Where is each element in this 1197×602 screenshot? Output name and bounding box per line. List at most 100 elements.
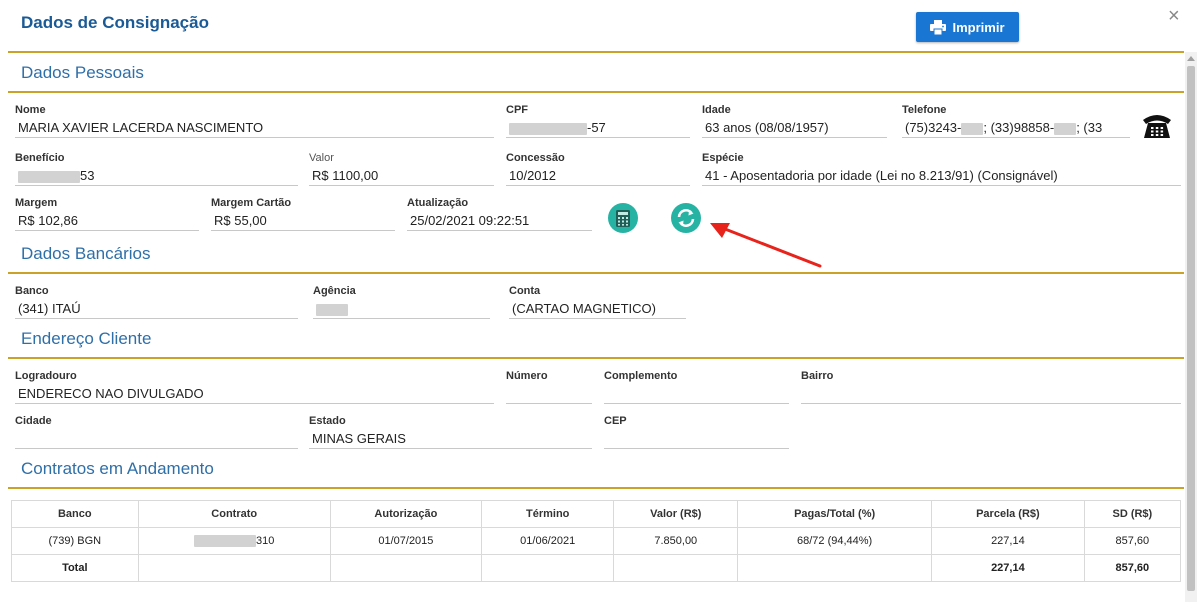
scrollbar-thumb[interactable] bbox=[1187, 66, 1195, 591]
redacted-block bbox=[961, 122, 984, 135]
value-margem-cartao: R$ 55,00 bbox=[211, 211, 395, 231]
column-header[interactable]: Pagas/Total (%) bbox=[737, 500, 933, 528]
value-conta: (CARTAO MAGNETICO) bbox=[509, 299, 686, 319]
calculator-icon[interactable] bbox=[608, 203, 638, 233]
tel-part-1: (75)3243- bbox=[905, 120, 962, 135]
column-header[interactable]: Parcela (R$) bbox=[931, 500, 1085, 528]
label-idade: Idade bbox=[702, 104, 731, 116]
red-arrow bbox=[710, 223, 822, 268]
label-telefone: Telefone bbox=[902, 104, 947, 116]
value-agencia bbox=[313, 299, 490, 319]
label-nome: Nome bbox=[15, 104, 46, 116]
value-complemento bbox=[604, 384, 789, 404]
redacted-block bbox=[194, 535, 257, 548]
tel-part-2: ; (33)98858- bbox=[983, 120, 1055, 135]
telephone-icon[interactable] bbox=[1141, 112, 1173, 140]
scroll-up-arrow[interactable] bbox=[1187, 56, 1195, 61]
print-button[interactable]: Imprimir bbox=[916, 12, 1019, 42]
label-numero: Número bbox=[506, 370, 548, 382]
label-cpf: CPF bbox=[506, 104, 528, 116]
field-margem: Margem R$ 102,86 bbox=[15, 197, 199, 231]
contracts-table: Banco Contrato Autorização Término Valor… bbox=[11, 500, 1182, 582]
contrato-suffix: 310 bbox=[256, 534, 275, 547]
label-bairro: Bairro bbox=[801, 370, 834, 382]
close-icon[interactable]: × bbox=[1168, 6, 1180, 26]
column-header[interactable]: Contrato bbox=[137, 500, 331, 528]
field-conta: Conta (CARTAO MAGNETICO) bbox=[509, 285, 686, 319]
value-valor: R$ 1100,00 bbox=[309, 166, 494, 186]
field-banco: Banco (341) ITAÚ bbox=[15, 285, 298, 319]
label-logradouro: Logradouro bbox=[15, 370, 77, 382]
cell-sd: 857,60 bbox=[1083, 527, 1182, 555]
value-banco: (341) ITAÚ bbox=[15, 299, 298, 319]
cell-empty bbox=[613, 554, 739, 582]
field-margem-cartao: Margem Cartão R$ 55,00 bbox=[211, 197, 395, 231]
print-button-label: Imprimir bbox=[952, 19, 1005, 35]
value-nome: MARIA XAVIER LACERDA NASCIMENTO bbox=[15, 118, 494, 138]
value-numero bbox=[506, 384, 592, 404]
field-agencia: Agência bbox=[313, 285, 490, 319]
redacted-block bbox=[316, 303, 348, 316]
refresh-icon[interactable] bbox=[671, 203, 701, 233]
value-atualizacao: 25/02/2021 09:22:51 bbox=[407, 211, 592, 231]
column-header[interactable]: SD (R$) bbox=[1083, 500, 1182, 528]
label-banco: Banco bbox=[15, 285, 49, 297]
table-header-row: Banco Contrato Autorização Término Valor… bbox=[11, 500, 1182, 528]
tel-part-3: ; (33 bbox=[1076, 120, 1103, 135]
calculator-glyph bbox=[616, 209, 630, 227]
divider bbox=[8, 487, 1184, 489]
field-cpf: CPF -57 bbox=[506, 104, 690, 138]
section-title-address: Endereço Cliente bbox=[21, 329, 152, 348]
value-margem: R$ 102,86 bbox=[15, 211, 199, 231]
label-agencia: Agência bbox=[313, 285, 356, 297]
label-concessao: Concessão bbox=[506, 152, 565, 164]
field-cep: CEP bbox=[604, 415, 789, 449]
cell-empty bbox=[480, 554, 615, 582]
refresh-glyph bbox=[677, 209, 695, 227]
label-especie: Espécie bbox=[702, 152, 744, 164]
field-estado: Estado MINAS GERAIS bbox=[309, 415, 592, 449]
table-row: (739) BGN 310 01/07/2015 01/06/2021 7.85… bbox=[11, 527, 1182, 555]
field-logradouro: Logradouro ENDERECO NAO DIVULGADO bbox=[15, 370, 494, 404]
cell-empty bbox=[737, 554, 933, 582]
cell-termino: 01/06/2021 bbox=[480, 527, 615, 555]
value-logradouro: ENDERECO NAO DIVULGADO bbox=[15, 384, 494, 404]
label-estado: Estado bbox=[309, 415, 346, 427]
cell-parcela: 227,14 bbox=[931, 527, 1085, 555]
label-beneficio: Benefício bbox=[15, 152, 65, 164]
label-margem-cartao: Margem Cartão bbox=[211, 197, 292, 209]
cell-empty bbox=[137, 554, 331, 582]
cell-contrato: 310 bbox=[137, 527, 331, 555]
value-idade: 63 anos (08/08/1957) bbox=[702, 118, 887, 138]
value-cidade bbox=[15, 429, 298, 449]
field-atualizacao: Atualização 25/02/2021 09:22:51 bbox=[407, 197, 592, 231]
column-header[interactable]: Autorização bbox=[329, 500, 482, 528]
divider bbox=[8, 357, 1184, 359]
redacted-block bbox=[18, 170, 80, 183]
label-margem: Margem bbox=[15, 197, 58, 209]
label-cidade: Cidade bbox=[15, 415, 52, 427]
field-bairro: Bairro bbox=[801, 370, 1181, 404]
modal-title: Dados de Consignação bbox=[21, 13, 209, 32]
label-atualizacao: Atualização bbox=[407, 197, 469, 209]
column-header[interactable]: Banco bbox=[11, 500, 139, 528]
value-concessao: 10/2012 bbox=[506, 166, 690, 186]
cell-banco: (739) BGN bbox=[11, 527, 139, 555]
divider bbox=[8, 51, 1184, 53]
beneficio-suffix: 53 bbox=[80, 168, 95, 183]
cell-total-parcela: 227,14 bbox=[931, 554, 1085, 582]
value-especie: 41 - Aposentadoria por idade (Lei no 8.2… bbox=[702, 166, 1181, 186]
field-beneficio: Benefício 53 bbox=[15, 152, 298, 186]
table-total-row: Total 227,14 857,60 bbox=[11, 554, 1182, 582]
cell-total-sd: 857,60 bbox=[1083, 554, 1182, 582]
column-header[interactable]: Término bbox=[480, 500, 615, 528]
column-header[interactable]: Valor (R$) bbox=[613, 500, 739, 528]
label-cep: CEP bbox=[604, 415, 627, 427]
label-complemento: Complemento bbox=[604, 370, 678, 382]
cell-total-label: Total bbox=[11, 554, 139, 582]
label-conta: Conta bbox=[509, 285, 541, 297]
field-numero: Número bbox=[506, 370, 592, 404]
field-telefone: Telefone (75)3243- ; (33)98858- ; (33 bbox=[902, 104, 1130, 138]
value-beneficio: 53 bbox=[15, 166, 298, 186]
field-valor: Valor R$ 1100,00 bbox=[309, 152, 494, 186]
